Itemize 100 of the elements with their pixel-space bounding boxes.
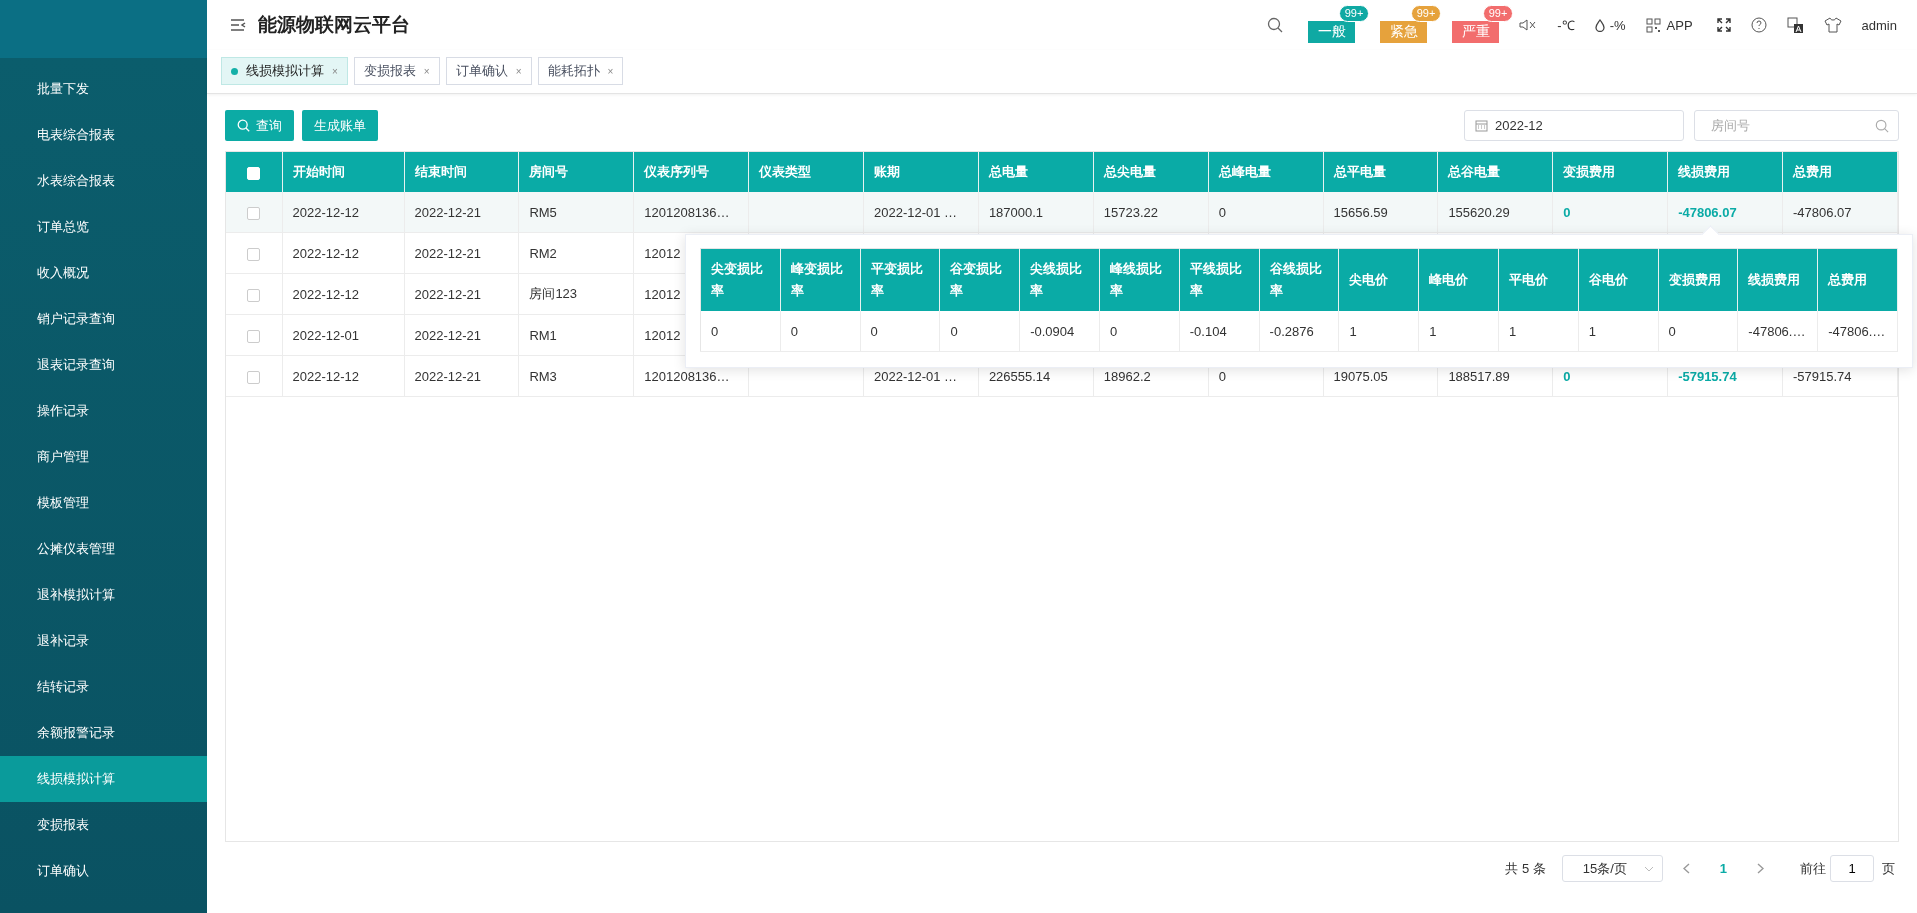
prev-page-icon[interactable] [1682,863,1690,874]
menu-icon[interactable] [230,18,246,32]
column-header: 仪表序列号 [633,152,749,192]
table-cell: 房间123 [529,286,578,301]
column-header: 总费用 [1782,152,1898,192]
table-cell: 226555.14 [988,368,1051,384]
search-icon[interactable] [1267,17,1284,33]
column-header: 平线损比率 [1179,248,1260,311]
column-header: 变损费用 [1658,248,1738,311]
sidebar-item[interactable]: 余额报警记录 [0,710,207,756]
table-cell: RM1 [529,327,557,343]
table-cell: 0 [1218,368,1226,384]
table-cell: 155620.29 [1448,204,1510,220]
table-cell: 12012 [644,327,681,343]
page-size-select[interactable]: 15条/页 [1561,855,1663,882]
row-checkbox[interactable] [247,288,261,302]
table-cell: 187000.1 [988,204,1044,220]
sidebar-item[interactable]: 退补记录 [0,618,207,664]
sidebar-item[interactable]: 公摊仪表管理 [0,526,207,572]
column-header: 总电量 [978,152,1094,192]
sidebar-item[interactable]: 订单确认 [0,848,207,894]
sidebar-item[interactable]: 结转记录 [0,664,207,710]
table-cell: 0 [790,323,799,339]
table-cell: -47806.07 [1793,204,1852,220]
table-cell: 0 [1218,204,1226,220]
app-title: 能源物联网云平台 [258,13,410,37]
table-cell: 2022-12-21 [414,368,481,384]
sidebar-item[interactable]: 收入概况 [0,250,207,296]
select-all-checkbox[interactable] [247,166,261,180]
sidebar-item[interactable]: 退表记录查询 [0,342,207,388]
table-cell: 2022-12-12 [292,286,359,302]
shirt-icon[interactable] [1823,17,1842,33]
table-cell: -0.104 [1189,323,1227,339]
sidebar-item[interactable]: 变损报表 [0,802,207,848]
sidebar-item[interactable]: 水表综合报表 [0,158,207,204]
page-tab[interactable]: 能耗拓扑 × [537,57,624,85]
sidebar-item[interactable]: 模板管理 [0,480,207,526]
month-picker[interactable]: 2022-12 [1464,110,1684,141]
column-header: 平变损比率 [860,248,940,311]
row-checkbox[interactable] [247,206,261,220]
translate-icon[interactable] [1786,16,1804,34]
sidebar-item[interactable]: 退补模拟计算 [0,572,207,618]
goto-label: 前往 [1800,859,1826,878]
column-header: 峰线损比率 [1099,248,1180,311]
table-cell: 2022-12-01 [292,327,359,343]
row-checkbox[interactable] [247,370,261,384]
fullscreen-icon[interactable] [1716,18,1731,32]
sidebar-item[interactable]: 销户记录查询 [0,296,207,342]
count-badge: 99+ [1482,5,1514,22]
mute-icon[interactable] [1519,18,1538,32]
table-cell: 2022-12-12 [292,368,359,384]
close-tab-button[interactable]: × [515,65,522,77]
column-header: 房间号 [518,152,634,192]
sidebar-item[interactable]: 操作记录 [0,388,207,434]
table-cell: 0 [1110,323,1118,339]
chevron-down-icon [1643,865,1654,872]
column-header: 仪表类型 [748,152,864,192]
help-icon[interactable] [1750,17,1767,33]
page-tab[interactable]: 线损模拟计算 × [221,57,348,85]
table-cell: 2022-12-21 [414,204,481,220]
table-cell: 0 [870,323,878,339]
column-header: 线损费用 [1667,152,1783,192]
room-search-field[interactable]: 房间号 [1694,110,1899,141]
active-dot [231,67,238,75]
table-cell: 2022-12-12 [292,245,359,261]
user-name[interactable]: admin [1861,17,1897,33]
table-cell: -0.2876 [1269,323,1314,339]
drop-icon [1594,18,1605,32]
column-header: 尖线损比率 [1019,248,1100,311]
sidebar-item[interactable]: 电表综合报表 [0,112,207,158]
sidebar-item[interactable]: 商户管理 [0,434,207,480]
goto-page-field[interactable]: 1 [1830,855,1874,882]
table-cell: 0 [950,323,958,339]
table-cell: -47806.… [1748,323,1806,339]
row-checkbox[interactable] [247,329,261,343]
sidebar-item[interactable]: 订单总览 [0,204,207,250]
close-tab-button[interactable]: × [423,65,430,77]
table-cell: -57915.74 [1678,368,1737,384]
next-page-icon[interactable] [1757,863,1764,874]
column-header: 结束时间 [404,152,519,192]
column-header: 峰变损比率 [780,248,861,311]
table-cell: 0 [1563,204,1571,220]
table-cell: 1201208136… [644,204,730,220]
close-tab-button[interactable]: × [607,65,614,77]
table-cell: 12012 [644,245,681,261]
page-tab[interactable]: 订单确认 × [445,57,532,85]
table-cell: RM3 [529,368,557,384]
column-header: 总平电量 [1323,152,1438,192]
sidebar-item[interactable]: 批量下发 [0,66,207,112]
column-header: 线损费用 [1737,248,1818,311]
table-cell: 2022-12-21 [414,286,481,302]
page-tab[interactable]: 变损报表 × [353,57,440,85]
table-cell: 2022-12-21 [414,327,481,343]
temperature-reading: -℃ [1557,17,1575,34]
table-cell: 18962.2 [1103,368,1151,384]
table-cell: 1 [1588,323,1596,339]
app-link[interactable]: APP [1645,17,1693,33]
table-cell: 1 [1349,323,1357,339]
column-header: 谷电价 [1578,248,1659,311]
row-checkbox[interactable] [247,247,261,261]
